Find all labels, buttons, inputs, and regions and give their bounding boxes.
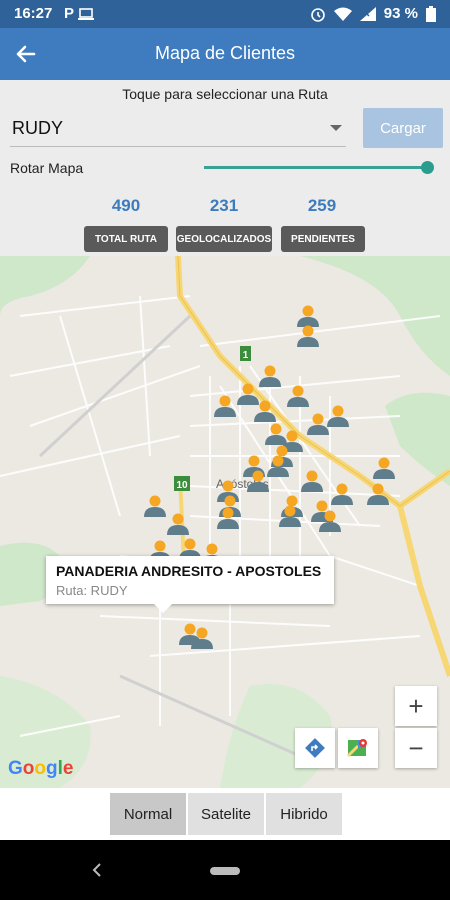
person-marker-icon[interactable]	[317, 508, 343, 534]
laptop-icon	[78, 7, 95, 20]
person-marker-icon[interactable]	[285, 383, 311, 409]
directions-button[interactable]	[295, 728, 335, 768]
tab-satelite[interactable]: Satelite	[188, 793, 264, 835]
tab-normal[interactable]: Normal	[110, 793, 186, 835]
page-title: Mapa de Clientes	[154, 43, 296, 63]
person-marker-icon[interactable]	[295, 323, 321, 349]
status-bar: 16:27 P 93 %	[0, 0, 450, 28]
app-bar: Mapa de Clientes	[0, 28, 450, 80]
system-nav-bar	[0, 840, 450, 900]
svg-text:1: 1	[243, 350, 249, 361]
person-marker-icon[interactable]	[365, 481, 391, 507]
battery-icon	[426, 5, 436, 22]
stat-pending-value: 259	[307, 196, 337, 215]
person-marker-icon[interactable]	[277, 503, 303, 529]
alarm-icon	[310, 7, 325, 22]
rotate-map-label: Rotar Mapa	[10, 160, 84, 176]
route-dropdown[interactable]: RUDY	[10, 110, 346, 147]
zoom-in-button[interactable]: +	[395, 686, 437, 726]
person-marker-icon[interactable]	[245, 468, 271, 494]
route-panel: Toque para seleccionar una Ruta RUDY Car…	[0, 80, 450, 256]
person-marker-icon[interactable]	[212, 393, 238, 419]
map-view[interactable]: 1 10 Apóstoles PANADERIA ANDRESITO - APO…	[0, 256, 450, 788]
route-hint: Toque para seleccionar una Ruta	[122, 86, 328, 102]
svg-text:10: 10	[176, 480, 188, 491]
person-marker-icon[interactable]	[165, 511, 191, 537]
info-window-title: PANADERIA ANDRESITO - APOSTOLES	[56, 563, 322, 579]
person-marker-icon[interactable]	[371, 455, 397, 481]
zoom-out-button[interactable]: −	[395, 728, 437, 768]
parking-icon: P	[64, 5, 75, 22]
person-marker-icon[interactable]	[215, 505, 241, 531]
status-right: 93 %	[310, 5, 436, 22]
status-time: 16:27	[14, 5, 53, 22]
stat-geolocated-value: 231	[209, 196, 239, 215]
stat-total-value: 490	[111, 196, 141, 215]
map-type-bar: Normal Satelite Hibrido	[0, 788, 450, 840]
wifi-icon	[333, 7, 352, 21]
stat-geolocated-label: GEOLOCALIZADOS	[176, 226, 272, 252]
stat-total-label: TOTAL RUTA	[84, 226, 168, 252]
chevron-down-icon	[330, 125, 342, 131]
person-marker-icon[interactable]	[189, 625, 215, 651]
info-window-tail	[154, 604, 172, 613]
open-maps-button[interactable]	[338, 728, 378, 768]
info-window[interactable]: PANADERIA ANDRESITO - APOSTOLES Ruta: RU…	[46, 556, 334, 613]
route-dropdown-value: RUDY	[12, 118, 64, 138]
stat-pending-label: PENDIENTES	[281, 226, 365, 252]
directions-icon	[305, 738, 325, 758]
status-left-icons: P	[64, 5, 95, 22]
person-marker-icon[interactable]	[325, 403, 351, 429]
tab-hibrido[interactable]: Hibrido	[266, 793, 342, 835]
rotate-map-slider[interactable]	[204, 161, 434, 174]
person-marker-icon[interactable]	[299, 468, 325, 494]
google-logo: Google	[8, 758, 74, 779]
google-maps-icon	[346, 739, 367, 758]
load-button[interactable]: Cargar	[363, 108, 443, 148]
signal-icon	[359, 6, 376, 21]
battery-percent: 93 %	[383, 5, 418, 22]
nav-home-pill[interactable]	[210, 867, 240, 875]
nav-back-icon[interactable]	[90, 862, 104, 878]
slider-thumb[interactable]	[421, 161, 434, 174]
info-window-subtitle: Ruta: RUDY	[56, 583, 128, 598]
